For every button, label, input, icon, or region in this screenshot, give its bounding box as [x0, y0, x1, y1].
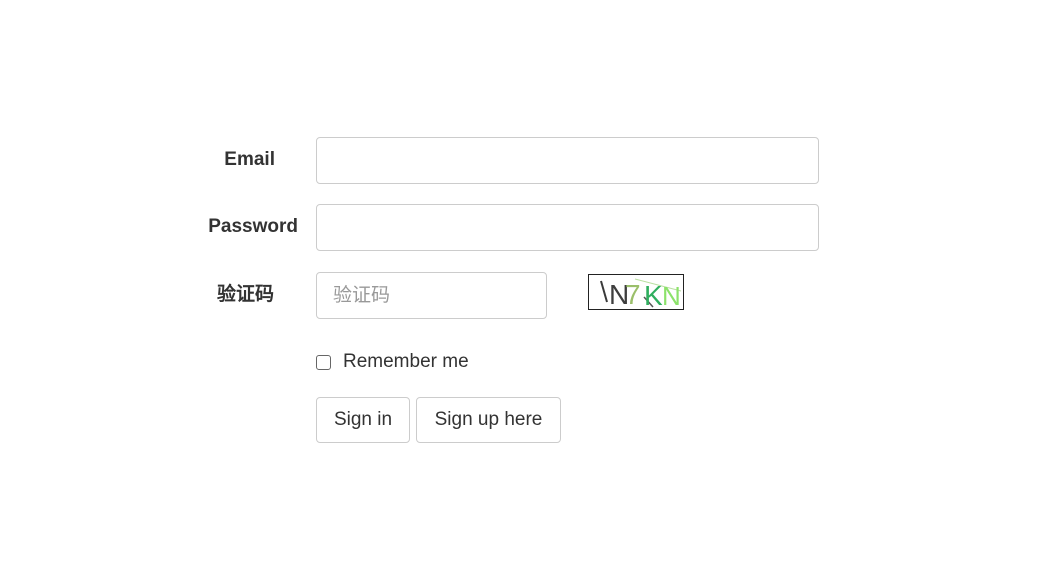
email-label: Email: [224, 149, 275, 170]
remember-me-label: Remember me: [343, 351, 469, 372]
sign-up-button[interactable]: Sign up here: [416, 397, 561, 443]
captcha-graphic: N 7 K N: [600, 278, 682, 309]
sign-in-button[interactable]: Sign in: [316, 397, 410, 443]
login-page: Email Password 验证码 N 7 K N Remember me S…: [0, 0, 1061, 568]
svg-text:N: N: [662, 281, 681, 309]
captcha-image[interactable]: N 7 K N: [588, 274, 684, 310]
svg-text:7: 7: [625, 279, 641, 309]
remember-me-toggle[interactable]: Remember me: [316, 350, 469, 374]
svg-text:K: K: [644, 280, 663, 309]
password-label: Password: [208, 216, 298, 237]
remember-me-checkbox[interactable]: [316, 354, 331, 370]
email-field[interactable]: [316, 137, 819, 184]
captcha-label: 验证码: [216, 284, 274, 305]
password-field[interactable]: [316, 204, 819, 251]
captcha-input[interactable]: [316, 272, 547, 319]
